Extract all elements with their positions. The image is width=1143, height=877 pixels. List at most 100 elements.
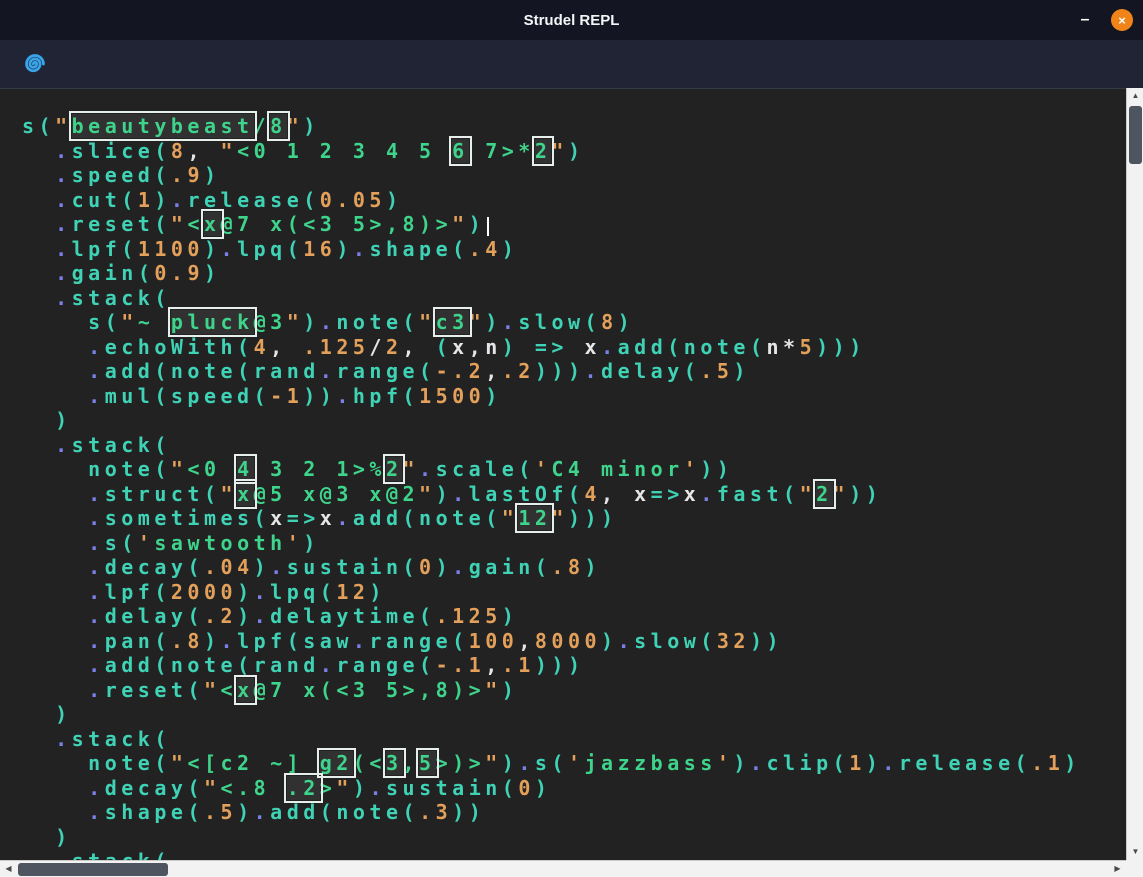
highlighted-token: 3 — [386, 751, 403, 775]
code-token: . — [254, 604, 271, 628]
code-token: " — [204, 678, 221, 702]
code-line: .lpf(1100).lpq(16).shape(.4) — [22, 237, 1126, 262]
code-token: release — [899, 751, 1015, 775]
code-token: 1500 — [419, 384, 485, 408]
code-line: s("~ pluck@3").note("c3").slow(8) — [22, 310, 1126, 335]
code-line: .s('sawtooth') — [22, 531, 1126, 556]
code-token: . — [601, 335, 618, 359]
code-token: ( — [154, 457, 171, 481]
vertical-scrollbar[interactable]: ▲ ▼ — [1126, 88, 1143, 860]
strudel-repl-window: Strudel REPL – × s("beautybeast/8") .sli… — [0, 0, 1143, 877]
code-token: ( — [419, 604, 436, 628]
code-token: ( — [750, 335, 767, 359]
scroll-right-icon[interactable]: ▶ — [1109, 861, 1126, 877]
code-token: 4 — [254, 335, 271, 359]
code-token: note — [684, 335, 750, 359]
code-token: fast — [717, 482, 783, 506]
code-token: add — [353, 506, 403, 530]
code-token: . — [452, 482, 469, 506]
code-token: lastOf — [469, 482, 568, 506]
code-token — [22, 384, 88, 408]
code-token: , — [270, 335, 303, 359]
code-line: note("<[c2 ~] g2(<3,5>)>").s('jazzbass')… — [22, 751, 1126, 776]
code-token: s — [535, 751, 552, 775]
horizontal-scrollbar[interactable]: ◀ ▶ — [0, 860, 1126, 877]
code-token: " — [171, 751, 188, 775]
code-token: cut — [72, 188, 122, 212]
code-token: " — [204, 776, 221, 800]
text-caret — [487, 217, 489, 236]
code-token: . — [88, 531, 105, 555]
strudel-logo-icon[interactable] — [20, 49, 50, 79]
code-token: ) — [502, 751, 519, 775]
code-token: ( — [436, 335, 453, 359]
code-line: .stack( — [22, 286, 1126, 311]
code-token: reset — [105, 678, 188, 702]
code-token: <[c2 ~] — [187, 751, 319, 775]
code-token: . — [369, 776, 386, 800]
code-area[interactable]: s("beautybeast/8") .slice(8, "<0 1 2 3 4… — [0, 88, 1126, 860]
scroll-down-icon[interactable]: ▼ — [1127, 844, 1143, 860]
code-token: . — [55, 188, 72, 212]
code-token: => — [535, 335, 568, 359]
code-token: .04 — [204, 555, 254, 579]
code-token: . — [750, 751, 767, 775]
code-token — [22, 825, 55, 849]
code-token: . — [88, 800, 105, 824]
code-line: .decay("<.8 .2>").sustain(0) — [22, 776, 1126, 801]
code-token: sustain — [386, 776, 502, 800]
code-token: . — [502, 310, 519, 334]
minimize-button[interactable]: – — [1075, 11, 1095, 29]
code-token: ( — [419, 653, 436, 677]
code-token: ) — [502, 335, 519, 359]
code-token: ) — [469, 212, 486, 236]
code-token: <.8 — [221, 776, 287, 800]
code-token: . — [353, 237, 370, 261]
code-token: 100 — [469, 629, 519, 653]
code-token: ) — [733, 751, 750, 775]
code-token: . — [88, 653, 105, 677]
code-token: ( — [585, 310, 602, 334]
code-token — [22, 433, 55, 457]
code-token: delay — [601, 359, 684, 383]
vertical-scrollbar-thumb[interactable] — [1129, 106, 1142, 164]
code-token: @7 x(<3 5>,8)> — [254, 678, 486, 702]
code-token: ( — [502, 776, 519, 800]
scrollbar-corner — [1126, 860, 1143, 877]
code-token: ' — [138, 531, 155, 555]
code-line: .stack( — [22, 727, 1126, 752]
code-line: .delay(.2).delaytime(.125) — [22, 604, 1126, 629]
code-token: ( — [237, 653, 254, 677]
code-token: <0 — [187, 457, 237, 481]
code-line: ) — [22, 825, 1126, 850]
highlighted-token: pluck — [171, 310, 254, 334]
code-token: . — [55, 261, 72, 285]
horizontal-scrollbar-thumb[interactable] — [18, 863, 168, 876]
toolbar — [0, 40, 1143, 88]
code-token: 8000 — [535, 629, 601, 653]
code-token: slice — [72, 139, 155, 163]
code-token: " — [55, 114, 72, 138]
scroll-left-icon[interactable]: ◀ — [0, 861, 17, 877]
code-token: jazzbass — [585, 751, 717, 775]
code-token: ' — [684, 457, 701, 481]
code-token: , — [469, 335, 486, 359]
code-token: , — [187, 139, 220, 163]
code-token: x — [634, 482, 651, 506]
code-token: . — [171, 188, 188, 212]
code-token: 2 — [386, 335, 403, 359]
code-token: ( — [320, 800, 337, 824]
code-token — [22, 604, 88, 628]
code-token: ( — [303, 188, 320, 212]
close-button[interactable]: × — [1111, 9, 1133, 31]
code-token: x — [585, 335, 602, 359]
scroll-up-icon[interactable]: ▲ — [1127, 88, 1143, 104]
code-token: . — [55, 139, 72, 163]
code-token: ( — [204, 482, 221, 506]
titlebar[interactable]: Strudel REPL – × — [0, 0, 1143, 40]
code-token: ) — [535, 776, 552, 800]
code-token: scale — [436, 457, 519, 481]
code-token: slow — [518, 310, 584, 334]
code-token: n — [485, 335, 502, 359]
code-token: ( — [452, 237, 469, 261]
